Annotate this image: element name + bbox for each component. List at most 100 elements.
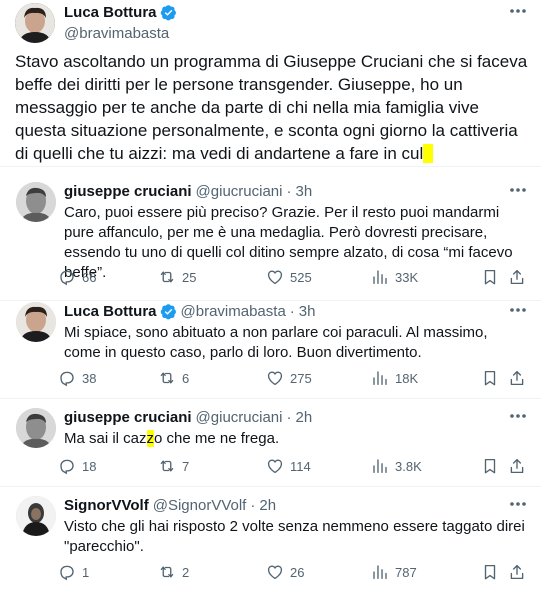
action-bar: 18 7 114 3.8K [58, 456, 528, 476]
divider [0, 486, 541, 487]
divider [0, 166, 541, 167]
timestamp[interactable]: 2h [259, 497, 276, 514]
views-button[interactable]: 3.8K [371, 456, 422, 476]
reply-header: SignorVVolf @SignorVVolf · 2h [64, 496, 276, 514]
share-icon[interactable] [508, 563, 526, 581]
reply-count: 18 [82, 458, 97, 474]
timestamp[interactable]: 3h [295, 183, 312, 200]
author-name[interactable]: SignorVVolf [64, 497, 149, 514]
like-icon [267, 565, 283, 580]
retweet-icon [160, 460, 174, 472]
share-icon[interactable] [508, 369, 526, 387]
views-count: 33K [395, 269, 419, 285]
more-icon[interactable] [507, 496, 529, 512]
like-button[interactable]: 525 [266, 267, 312, 287]
avatar[interactable] [16, 182, 56, 222]
reply-button[interactable]: 1 [58, 562, 89, 582]
retweet-button[interactable]: 25 [158, 267, 196, 287]
reply-icon [60, 371, 74, 387]
like-button[interactable]: 275 [266, 368, 312, 388]
retweet-count: 2 [182, 564, 190, 580]
author-name-text[interactable]: Luca Bottura [64, 4, 157, 21]
timestamp[interactable]: 3h [299, 303, 316, 320]
like-button[interactable]: 26 [266, 562, 304, 582]
author-handle[interactable]: @giucruciani [196, 183, 283, 200]
views-count: 18K [395, 370, 419, 386]
views-button[interactable]: 33K [371, 267, 418, 287]
verified-badge-icon [160, 5, 176, 21]
action-bar: 38 6 275 18K [58, 368, 528, 388]
author-name[interactable]: giuseppe cruciani [64, 183, 192, 200]
bookmark-icon[interactable] [481, 457, 499, 475]
author-handle[interactable]: @giucruciani [196, 409, 283, 426]
bookmark-icon[interactable] [481, 268, 499, 286]
tweet-text-start: Ma sai il caz [64, 430, 147, 447]
author-name[interactable]: Luca Bottura [64, 303, 157, 320]
reply-icon [60, 565, 74, 581]
retweet-button[interactable]: 6 [158, 368, 189, 388]
reply-button[interactable]: 18 [58, 456, 96, 476]
reply-tweet: Luca Bottura @bravimabasta · 3h Mi spiac… [0, 302, 541, 398]
more-icon[interactable] [507, 3, 529, 19]
more-icon[interactable] [507, 302, 529, 318]
avatar-photo [16, 182, 56, 222]
censor-highlight: o [423, 144, 433, 163]
retweet-count: 25 [182, 269, 197, 285]
censor-highlight: z [146, 430, 155, 447]
reply-icon [60, 270, 74, 286]
action-bar: 66 25 525 33K [58, 267, 528, 287]
divider [0, 398, 541, 399]
reply-header: giuseppe cruciani @giucruciani · 3h [64, 182, 312, 200]
views-button[interactable]: 18K [371, 368, 418, 388]
avatar[interactable] [16, 496, 56, 536]
avatar-photo [16, 496, 56, 536]
avatar[interactable] [16, 302, 56, 342]
author-handle[interactable]: @SignorVVolf [153, 497, 247, 514]
reply-count: 38 [82, 370, 97, 386]
avatar-photo [16, 408, 56, 448]
like-count: 26 [290, 564, 305, 580]
action-bar: 1 2 26 787 [58, 562, 528, 582]
like-button[interactable]: 114 [266, 456, 311, 476]
tweet-text-body: Stavo ascoltando un programma di Giusepp… [15, 52, 528, 163]
retweet-button[interactable]: 2 [158, 562, 189, 582]
tweet-text: Stavo ascoltando un programma di Giusepp… [15, 50, 529, 165]
retweet-icon [160, 372, 174, 384]
separator: · [250, 496, 256, 514]
retweet-button[interactable]: 7 [158, 456, 189, 476]
reply-button[interactable]: 38 [58, 368, 96, 388]
separator: · [289, 302, 295, 320]
author-handle[interactable]: @bravimabasta [64, 25, 169, 42]
views-icon [373, 371, 387, 386]
retweet-icon [160, 566, 174, 578]
tweet-text: Visto che gli hai risposto 2 volte senza… [64, 518, 525, 555]
views-icon [373, 565, 387, 580]
timestamp[interactable]: 2h [295, 409, 312, 426]
avatar[interactable] [16, 408, 56, 448]
like-icon [267, 371, 283, 386]
share-icon[interactable] [508, 457, 526, 475]
author-name[interactable]: giuseppe cruciani [64, 409, 192, 426]
retweet-icon [160, 271, 174, 283]
share-icon[interactable] [508, 268, 526, 286]
author-name[interactable]: Luca Bottura [64, 4, 177, 21]
like-count: 275 [290, 370, 312, 386]
avatar-photo [15, 3, 55, 43]
bookmark-icon[interactable] [481, 563, 499, 581]
bookmark-icon[interactable] [481, 369, 499, 387]
reply-icon [60, 459, 74, 475]
views-icon [373, 270, 387, 285]
reply-header: Luca Bottura @bravimabasta · 3h [64, 302, 315, 320]
more-icon[interactable] [507, 408, 529, 424]
reply-button[interactable]: 66 [58, 267, 96, 287]
views-count: 3.8K [395, 458, 422, 474]
more-icon[interactable] [507, 182, 529, 198]
divider [0, 300, 541, 301]
reply-tweet: giuseppe cruciani @giucruciani · 2h Ma s… [0, 408, 541, 486]
author-handle[interactable]: @bravimabasta [181, 303, 286, 320]
separator: · [286, 408, 292, 426]
reply-header: giuseppe cruciani @giucruciani · 2h [64, 408, 312, 426]
avatar[interactable] [15, 3, 55, 43]
like-count: 114 [290, 458, 311, 474]
views-button[interactable]: 787 [371, 562, 417, 582]
